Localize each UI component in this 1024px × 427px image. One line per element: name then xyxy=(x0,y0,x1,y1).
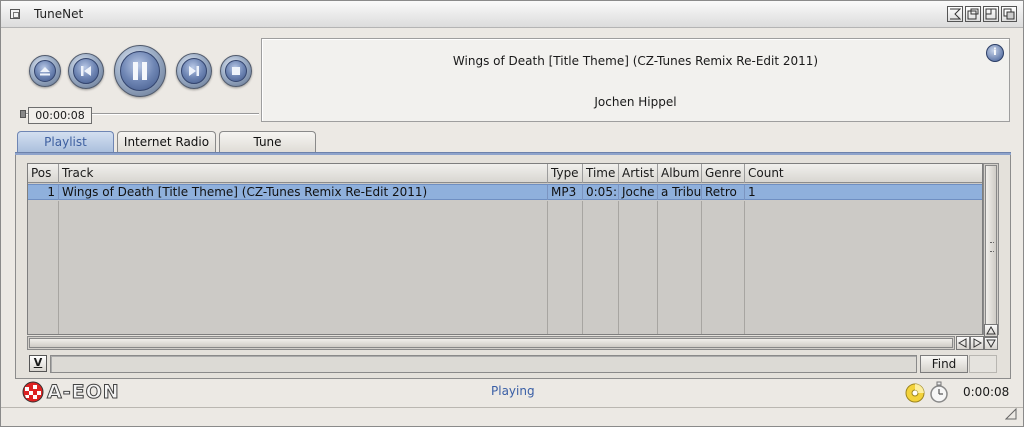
status-separator xyxy=(1,407,1023,408)
column-header-track[interactable]: Track xyxy=(59,164,548,183)
next-button[interactable] xyxy=(176,53,212,89)
arrow-down-icon xyxy=(986,339,996,349)
scroll-left-button[interactable] xyxy=(956,336,970,350)
iconify-gadget-icon[interactable] xyxy=(947,6,963,22)
seek-knob[interactable] xyxy=(20,110,26,118)
column-header-pos[interactable]: Pos xyxy=(28,164,59,183)
scroll-down-button[interactable] xyxy=(984,337,998,350)
find-button[interactable]: Find xyxy=(920,355,968,373)
cell-artist: Joche xyxy=(619,185,658,200)
arrow-up-icon xyxy=(986,325,996,335)
tab-internet-radio[interactable]: Internet Radio xyxy=(117,131,216,153)
next-icon xyxy=(181,58,207,84)
tab-bar: Playlist Internet Radio Tune xyxy=(17,131,319,153)
find-toggle-button[interactable]: V xyxy=(29,355,47,372)
transport-controls xyxy=(23,45,259,101)
now-playing-title: Wings of Death [Title Theme] (CZ-Tunes R… xyxy=(452,54,819,68)
playlist-table[interactable]: Pos Track Type Time Artist Album Genre C… xyxy=(27,163,983,335)
cell-genre: Retro xyxy=(702,185,745,200)
cell-time: 0:05: xyxy=(583,185,619,200)
now-playing-artist: Jochen Hippel xyxy=(594,95,677,109)
vertical-scrollbar[interactable] xyxy=(983,163,999,335)
arrow-left-icon xyxy=(957,338,967,348)
cell-type: MP3 xyxy=(548,185,583,200)
tab-internet-radio-label: Internet Radio xyxy=(123,135,210,149)
arrow-right-icon xyxy=(973,338,983,348)
status-time: 0:00:08 xyxy=(963,385,1010,399)
close-gadget-icon[interactable] xyxy=(10,9,20,19)
cell-count: 1 xyxy=(748,185,756,199)
title-bar[interactable]: TuneNet xyxy=(1,1,1023,28)
playback-status: Playing xyxy=(491,384,535,398)
logo-text: A-EON xyxy=(47,381,120,404)
tunenet-window: TuneNet 00:00:08 Wings of Death [Title T… xyxy=(0,0,1024,427)
horizontal-scrollbar[interactable] xyxy=(27,336,955,350)
cell-album: a Tribu xyxy=(658,185,702,200)
elapsed-time: 00:00:08 xyxy=(28,107,92,124)
window-title: TuneNet xyxy=(34,7,84,21)
pause-button[interactable] xyxy=(114,45,166,97)
tab-playlist-label: Playlist xyxy=(44,135,87,149)
column-lines xyxy=(28,201,982,334)
a-eon-logo: A-EON xyxy=(21,381,120,404)
scroll-right-button[interactable] xyxy=(970,336,984,350)
stop-button[interactable] xyxy=(220,55,252,87)
cell-pos: 1 xyxy=(28,185,59,200)
find-input[interactable] xyxy=(50,355,917,373)
cd-icon xyxy=(905,383,925,403)
stopwatch-icon xyxy=(930,381,948,403)
stop-icon xyxy=(225,60,247,82)
tab-tune[interactable]: Tune xyxy=(219,131,316,153)
grip-icon xyxy=(990,242,994,252)
vertical-scroll-knob[interactable] xyxy=(985,165,997,333)
scroll-up-button[interactable] xyxy=(984,324,998,337)
pause-icon xyxy=(120,51,160,91)
resize-gadget-icon[interactable] xyxy=(983,6,999,22)
resize-grip-icon[interactable] xyxy=(1005,408,1017,420)
column-header-album[interactable]: Album xyxy=(658,164,702,183)
find-extra-button[interactable] xyxy=(969,355,997,373)
column-header-count[interactable]: Count xyxy=(745,164,982,183)
eject-icon xyxy=(34,60,56,82)
column-header-type[interactable]: Type xyxy=(548,164,583,183)
window-gadgets xyxy=(947,6,1017,22)
depth-gadget-icon[interactable] xyxy=(1001,6,1017,22)
tab-playlist[interactable]: Playlist xyxy=(17,131,114,153)
cell-track: Wings of Death [Title Theme] (CZ-Tunes R… xyxy=(59,185,548,200)
column-header-time[interactable]: Time xyxy=(583,164,619,183)
previous-icon xyxy=(73,58,99,84)
info-icon[interactable]: i xyxy=(986,44,1004,62)
eject-button[interactable] xyxy=(29,55,61,87)
boing-ball-icon xyxy=(22,381,44,403)
horizontal-scroll-knob[interactable] xyxy=(29,338,953,348)
zoom-gadget-icon[interactable] xyxy=(965,6,981,22)
tab-tune-label: Tune xyxy=(253,135,282,149)
now-playing-panel: Wings of Death [Title Theme] (CZ-Tunes R… xyxy=(261,38,1010,122)
table-header: Pos Track Type Time Artist Album Genre C… xyxy=(28,164,982,183)
column-header-artist[interactable]: Artist xyxy=(619,164,658,183)
table-row[interactable]: 1 Wings of Death [Title Theme] (CZ-Tunes… xyxy=(28,184,982,200)
previous-button[interactable] xyxy=(68,53,104,89)
column-header-genre[interactable]: Genre xyxy=(702,164,745,183)
